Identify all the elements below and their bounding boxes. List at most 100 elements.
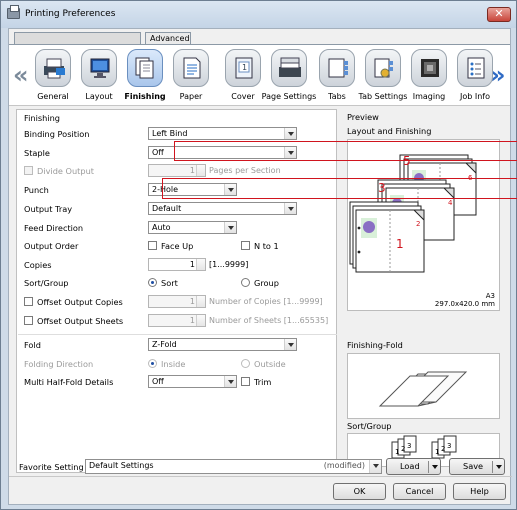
page-number-4: 4 — [448, 199, 453, 207]
favorite-modified-status: (modified) — [323, 461, 365, 470]
page-stack-preview: 5 6 3 4 1 2 — [349, 154, 477, 273]
copies-stepper[interactable]: 1 — [148, 258, 206, 271]
output-tray-label: Output Tray — [24, 204, 73, 214]
split-separator — [428, 461, 429, 473]
sort-group-preview-title: Sort/Group — [347, 421, 392, 431]
imaging-icon — [411, 49, 447, 87]
page-number-2: 2 — [416, 220, 420, 228]
printer-computer-icon — [35, 49, 71, 87]
chevron-down-icon — [496, 465, 502, 469]
sort-group-label: Sort/Group — [24, 278, 69, 288]
fold-dropdown[interactable]: Z-Fold — [148, 338, 297, 351]
copies-label: Copies — [24, 260, 52, 270]
feed-direction-label: Feed Direction — [24, 223, 84, 233]
n-to-1-label: N to 1 — [254, 241, 279, 251]
scroll-left-arrow-icon[interactable]: « — [13, 61, 29, 89]
chevron-down-icon — [224, 222, 236, 233]
layout-monitor-icon — [81, 49, 117, 87]
trim-checkbox[interactable] — [241, 377, 250, 386]
save-button-label: Save — [463, 461, 484, 471]
copies-range-label: [1...9999] — [209, 260, 249, 269]
face-up-label: Face Up — [161, 241, 194, 251]
page-number-1: 1 — [396, 237, 404, 251]
divide-output-checkbox[interactable] — [24, 166, 33, 175]
punch-label: Punch — [24, 185, 49, 195]
n-to-1-checkbox[interactable] — [241, 241, 250, 250]
chevron-down-icon — [369, 460, 381, 473]
output-tray-dropdown[interactable]: Default — [148, 202, 297, 215]
bottom-divider — [9, 476, 512, 477]
sort-digit: 3 — [407, 442, 411, 450]
finishing-fold-title: Finishing-Fold — [347, 340, 403, 350]
favorite-setting-dropdown[interactable]: Default Settings (modified) — [85, 459, 382, 474]
chevron-down-icon — [284, 203, 296, 214]
feed-direction-value: Auto — [152, 223, 171, 232]
preview-title: Preview — [347, 112, 379, 122]
folding-direction-label: Folding Direction — [24, 359, 94, 369]
output-tray-value: Default — [152, 204, 182, 213]
offset-output-copies-label: Offset Output Copies — [37, 297, 123, 307]
cover-page-icon: 1 — [225, 49, 261, 87]
paper-size-label: A3 — [485, 292, 495, 300]
fold-label: Fold — [24, 340, 41, 350]
divide-output-stepper[interactable]: 1 — [148, 164, 206, 177]
save-button[interactable]: Save — [449, 458, 505, 475]
close-button[interactable]: ✕ — [487, 7, 511, 22]
binding-position-dropdown[interactable]: Left Bind — [148, 127, 297, 140]
preview-panel: Preview Layout and Finishing 5 6 3 4 1 2… — [345, 109, 504, 473]
multi-half-fold-label: Multi Half-Fold Details — [24, 377, 114, 387]
printer-icon — [7, 5, 20, 19]
category-paper-button[interactable]: Paper — [169, 48, 213, 104]
job-info-icon — [457, 49, 493, 87]
load-button[interactable]: Load — [386, 458, 441, 475]
offset-copies-stepper[interactable]: 1 — [148, 295, 206, 308]
chevron-down-icon — [284, 128, 296, 139]
group-radio-label: Group — [254, 278, 279, 288]
binding-position-label: Binding Position — [24, 129, 90, 139]
load-button-label: Load — [400, 461, 420, 471]
sort-digit: 2 — [401, 445, 405, 453]
section-divider — [18, 334, 337, 335]
outside-radio-label: Outside — [254, 359, 286, 369]
favorite-setting-label: Favorite Setting — [19, 462, 84, 472]
fold-preview-image — [347, 353, 500, 419]
face-up-checkbox[interactable] — [148, 241, 157, 250]
favorite-setting-value: Default Settings — [89, 461, 154, 470]
sort-radio[interactable] — [148, 278, 157, 287]
z-fold-icon — [378, 371, 468, 407]
inside-radio[interactable] — [148, 359, 157, 368]
group-radio[interactable] — [241, 278, 250, 287]
sort-radio-label: Sort — [161, 278, 178, 288]
fold-value: Z-Fold — [152, 340, 177, 349]
outside-radio[interactable] — [241, 359, 250, 368]
layout-finishing-title: Layout and Finishing — [347, 126, 432, 136]
chevron-down-icon — [224, 376, 236, 387]
inside-radio-label: Inside — [161, 359, 186, 369]
output-order-label: Output Order — [24, 241, 79, 251]
dialog-client-area: Advanced « » General Layout Finishing Pa… — [8, 28, 512, 505]
feed-direction-dropdown[interactable]: Auto — [148, 221, 237, 234]
category-label: Job Info — [459, 92, 490, 101]
ok-button[interactable]: OK — [333, 483, 386, 500]
offset-sheets-range-label: Number of Sheets [1...65535] — [209, 316, 329, 325]
chevron-down-icon — [284, 339, 296, 350]
cancel-button[interactable]: Cancel — [393, 483, 446, 500]
offset-sheets-stepper[interactable]: 1 — [148, 314, 206, 327]
split-separator — [492, 461, 493, 473]
offset-copies-range-label: Number of Copies [1...9999] — [209, 297, 323, 306]
multi-half-fold-value: Off — [152, 377, 164, 386]
svg-text:1: 1 — [242, 63, 247, 72]
staple-label: Staple — [24, 148, 50, 158]
paper-dimensions-label: 297.0x420.0 mm — [434, 300, 495, 308]
sort-digit: 1 — [395, 448, 399, 456]
punch-highlight-box — [162, 178, 517, 199]
offset-output-sheets-checkbox[interactable] — [24, 316, 33, 325]
pages-per-section-label: Pages per Section — [209, 166, 281, 175]
category-job-info-button[interactable]: Job Info — [453, 48, 497, 104]
tab-settings-icon — [365, 49, 401, 87]
finishing-stack-icon — [127, 49, 163, 87]
help-button[interactable]: Help — [453, 483, 506, 500]
staple-highlight-box — [174, 141, 517, 161]
offset-output-copies-checkbox[interactable] — [24, 297, 33, 306]
multi-half-fold-dropdown[interactable]: Off — [148, 375, 237, 388]
